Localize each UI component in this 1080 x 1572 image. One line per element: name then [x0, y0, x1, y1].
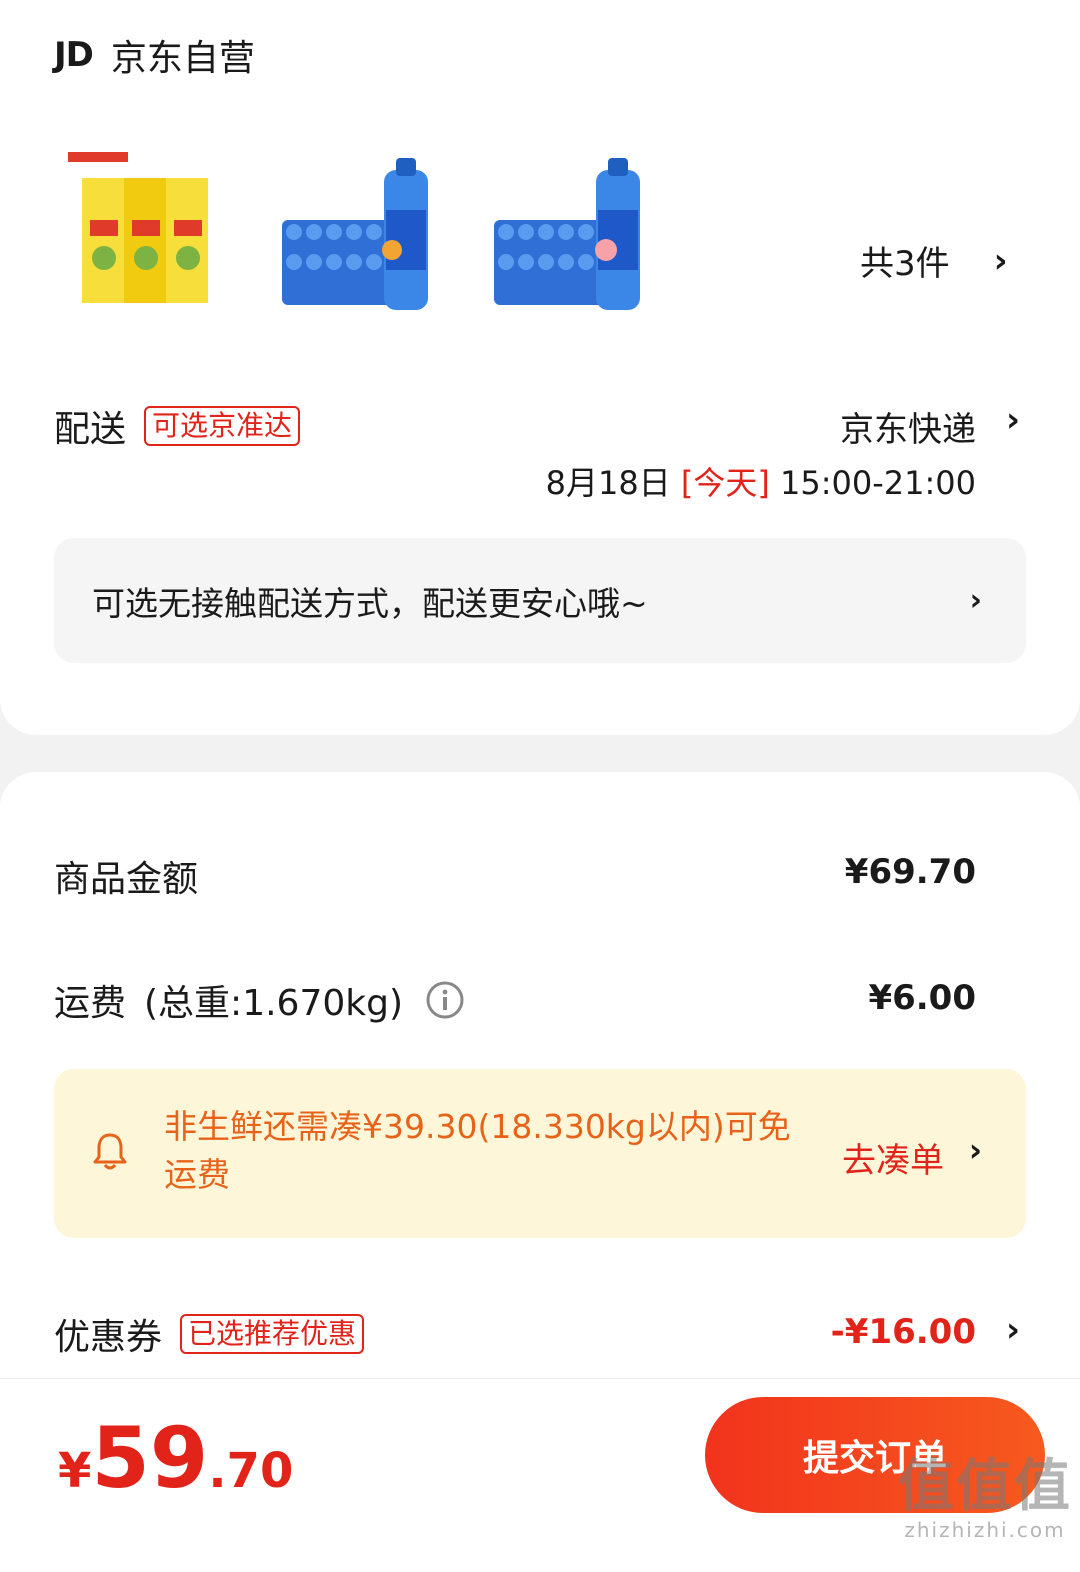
watermark-url: zhizhizhi.com	[904, 1518, 1066, 1542]
chevron-right-icon: ›	[969, 583, 982, 618]
goods-amount-row: 商品金额	[54, 850, 976, 902]
items-count[interactable]: 共3件 ›	[860, 236, 1008, 285]
no-contact-delivery-option[interactable]: 可选无接触配送方式，配送更安心哦~ ›	[54, 538, 1026, 663]
shipping-row: 运费 (总重:1.670kg)	[54, 974, 976, 1026]
chevron-right-icon: ›	[993, 240, 1008, 281]
store-name: 京东自营	[110, 38, 255, 79]
chevron-right-icon[interactable]: ›	[1006, 1310, 1020, 1350]
goods-amount-label: 商品金额	[54, 859, 199, 900]
chevron-right-icon[interactable]: ›	[1006, 400, 1020, 440]
notice-text: 非生鲜还需凑¥39.30(18.330kg以内)可免运费	[164, 1107, 791, 1194]
total-integer: 59	[91, 1409, 209, 1507]
coupon-value[interactable]: -¥16.00	[831, 1312, 976, 1352]
free-shipping-notice[interactable]: 非生鲜还需凑¥39.30(18.330kg以内)可免运费 去凑单 ›	[54, 1069, 1026, 1238]
product-image-mizone-peach[interactable]	[484, 140, 644, 315]
delivery-row[interactable]: 配送 可选京准达	[54, 400, 976, 452]
total-currency: ¥	[58, 1443, 92, 1499]
delivery-today: [今天]	[680, 464, 770, 502]
bell-icon	[92, 1131, 128, 1175]
shipping-weight: (总重:1.670kg)	[144, 983, 403, 1024]
total-decimal: .70	[208, 1443, 294, 1499]
delivery-date: 8月18日	[545, 464, 671, 502]
add-items-link[interactable]: 去凑单	[842, 1133, 944, 1182]
coupon-tag[interactable]: 已选推荐优惠	[180, 1314, 365, 1354]
no-contact-text: 可选无接触配送方式，配送更安心哦~	[92, 583, 648, 623]
coupon-label: 优惠券	[54, 1317, 163, 1358]
delivery-window: 15:00-21:00	[780, 464, 976, 502]
items-count-label: 共3件	[860, 244, 950, 284]
shipping-value: ¥6.00	[868, 978, 976, 1018]
order-card: JD 京东自营 共3件 › 配送 可选京准达 京东快递 › 8月18日 [今天]…	[0, 0, 1080, 735]
product-image-mizone[interactable]	[272, 140, 432, 315]
delivery-method[interactable]: 京东快递	[840, 402, 976, 451]
store-header: JD 京东自营	[54, 30, 255, 80]
delivery-tag[interactable]: 可选京准达	[144, 406, 301, 446]
delivery-time: 8月18日 [今天] 15:00-21:00	[546, 458, 976, 504]
shipping-label: 运费	[54, 983, 127, 1024]
goods-amount-value: ¥69.70	[844, 852, 976, 892]
jd-logo: JD	[54, 35, 94, 75]
info-icon[interactable]	[425, 980, 465, 1020]
total-price: ¥ 59 .70	[58, 1409, 293, 1507]
checkout-bar: ¥ 59 .70 提交订单 值值值 zhizhizhi.com	[0, 1378, 1080, 1546]
delivery-label: 配送	[54, 409, 127, 450]
product-thumbnails[interactable]	[60, 140, 644, 315]
watermark: 值值值 zhizhizhi.com	[898, 1441, 1072, 1542]
product-image-lemon-tea[interactable]	[60, 140, 220, 315]
chevron-right-icon: ›	[968, 1131, 982, 1169]
watermark-logo: 值值值	[898, 1454, 1072, 1519]
